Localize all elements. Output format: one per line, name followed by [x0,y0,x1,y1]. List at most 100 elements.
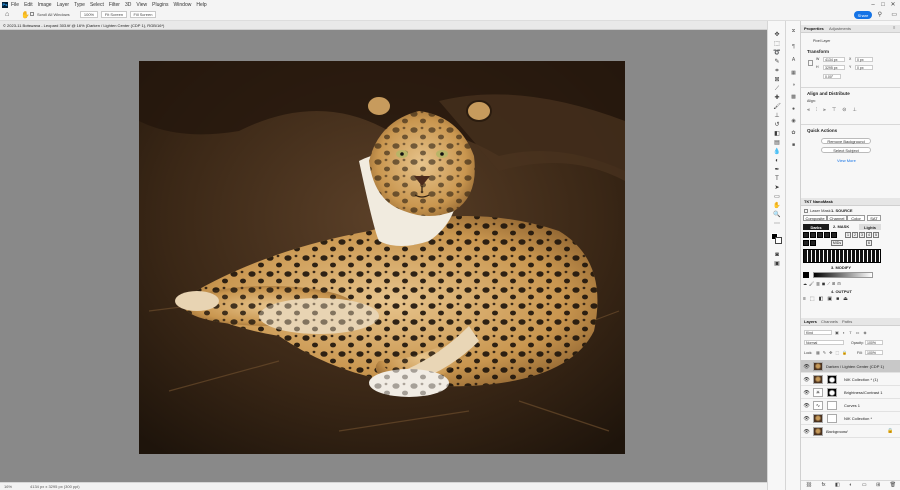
visibility-eye-icon[interactable]: 👁 [803,377,809,383]
layer-mask-thumbnail[interactable] [827,388,837,397]
path-select-icon[interactable]: ➤ [773,184,781,191]
layer-row[interactable]: 👁 Darken / Lighten Center (CDP 1) [801,360,900,373]
maximize-icon[interactable]: □ [878,0,888,9]
light-level-3[interactable]: 3 [859,232,865,238]
menu-window[interactable]: Window [174,2,192,8]
layer-mask-thumbnail[interactable] [827,375,837,384]
lock-transparent-icon[interactable]: ▦ [816,350,820,355]
output-exit-icon[interactable]: ⏏ [843,296,848,303]
dark-level-7[interactable] [810,240,816,246]
status-zoom[interactable]: 16% [4,484,12,489]
menu-select[interactable]: Select [90,2,104,8]
dark-level-1[interactable] [803,232,809,238]
align-vcenter-icon[interactable]: ⊝ [842,107,846,113]
align-top-icon[interactable]: ⊤ [832,107,836,113]
modify-brush-icon[interactable]: 🖌 [809,281,814,287]
y-field[interactable]: 0 px [855,65,873,70]
screen-mode-icon[interactable]: ▣ [773,260,781,267]
hand-tool-icon[interactable]: ✋ [21,11,30,19]
visibility-eye-icon[interactable]: 👁 [803,403,809,409]
document-tab[interactable]: © 2023-11 Botswana - Leopard 303.tif @ 1… [0,21,767,30]
light-level-5[interactable]: 5 [873,232,879,238]
opacity-field[interactable]: 100% [865,340,883,345]
light-level-6[interactable]: 6 [866,240,872,246]
layer-filter-kind[interactable]: Kind [804,330,832,335]
blend-mode-select[interactable]: Normal [804,340,844,345]
filter-type-icon[interactable]: T [849,330,851,335]
type-icon[interactable]: T [773,175,781,182]
mask-slider-strip[interactable] [803,249,881,263]
menu-file[interactable]: File [11,2,19,8]
select-subject-button[interactable]: Select Subject [821,147,871,153]
output-menu-icon[interactable]: ≡ [803,296,806,303]
visibility-eye-icon[interactable]: 👁 [803,429,809,435]
visibility-eye-icon[interactable]: 👁 [803,390,809,396]
lock-all-icon[interactable]: 🔒 [842,350,847,355]
output-layer-icon[interactable]: ▣ [827,296,832,303]
height-field[interactable]: 3295 px [823,65,845,70]
lock-position-icon[interactable]: ✥ [829,350,832,355]
tab-paths[interactable]: Paths [842,319,852,324]
menu-filter[interactable]: Filter [109,2,120,8]
tab-nanomask[interactable]: TKT NanoMask [804,199,833,204]
eraser-icon[interactable]: ◧ [773,130,781,137]
channel-button[interactable]: Channel [827,215,847,221]
swatches-icon[interactable]: ▩ [790,93,797,100]
zoom-100-button[interactable]: 100% [80,11,98,18]
paragraph-icon[interactable]: ¶ [790,43,797,50]
search-icon[interactable]: ⚲ [878,11,882,18]
fill-screen-button[interactable]: Fill Screen [130,11,156,18]
lock-pixels-icon[interactable]: ✎ [823,350,826,355]
output-apply-icon[interactable]: ■ [836,296,839,303]
modify-plus-icon[interactable]: ⊞ [832,281,835,287]
tab-channels[interactable]: Channels [821,319,838,324]
modify-blob-icon[interactable]: ☁ [803,281,807,287]
lock-artboard-icon[interactable]: ⬚ [836,350,840,355]
hand-icon[interactable]: ✋ [773,202,781,209]
output-selection-icon[interactable]: ⬚ [810,296,815,303]
menu-3d[interactable]: 3D [125,2,131,8]
filter-smart-icon[interactable]: ◈ [863,330,866,335]
new-group-icon[interactable]: ▭ [862,482,867,488]
plugin-logo-icon[interactable]: ✿ [790,129,797,136]
menu-plugins[interactable]: Plugins [152,2,168,8]
modify-minus-icon[interactable]: ⊟ [837,281,840,287]
darks-button[interactable]: Darks [803,224,829,230]
filter-shape-icon[interactable]: ▭ [856,330,860,335]
dodge-icon[interactable]: ◐ [773,157,781,164]
quick-mask-icon[interactable]: ◙ [773,251,781,258]
close-icon[interactable]: ✕ [888,0,898,9]
stamp-icon[interactable]: ⊥ [773,112,781,119]
modify-square-icon[interactable]: ◼ [822,281,825,287]
remove-background-button[interactable]: Remove Background [821,138,871,144]
menu-layer[interactable]: Layer [57,2,70,8]
link-icon[interactable] [808,60,813,66]
dark-level-5[interactable] [831,232,837,238]
x-field[interactable]: 0 px [855,57,873,62]
move-icon[interactable]: ✥ [773,31,781,38]
modify-dropper-icon[interactable]: ⟋ [827,281,830,287]
layer-row[interactable]: 👁 ☀ Brightness/Contrast 1 [801,386,900,399]
minimize-icon[interactable]: – [868,0,878,9]
color-button[interactable]: Color [847,215,865,221]
light-level-4[interactable]: 4 [866,232,872,238]
dark-level-3[interactable] [817,232,823,238]
brush-icon[interactable]: 🖌 [773,103,781,110]
new-adjustment-icon[interactable]: ◐ [849,482,852,488]
more-icon[interactable]: ⋯ [773,220,781,227]
dark-level-6[interactable] [803,240,809,246]
modify-acv-icon[interactable]: ▥ [816,281,820,287]
new-layer-icon[interactable]: ⊞ [876,482,880,488]
fill-field[interactable]: 100% [865,350,883,355]
layer-row[interactable]: 👁 Background 🔒 [801,425,900,438]
plugin-icon[interactable]: ● [790,105,797,112]
crop-icon[interactable]: ⌗ [773,67,781,74]
filter-pixel-icon[interactable]: ▣ [835,330,839,335]
history-brush-icon[interactable]: ↺ [773,121,781,128]
zoom-icon[interactable]: 🔍 [773,211,781,218]
share-button[interactable]: Share [854,11,872,19]
layer-mask-thumbnail[interactable] [827,401,837,410]
lasso-icon[interactable]: ➰ [773,49,781,56]
composite-button[interactable]: Composite [803,215,827,221]
blur-icon[interactable]: 💧 [773,148,781,155]
